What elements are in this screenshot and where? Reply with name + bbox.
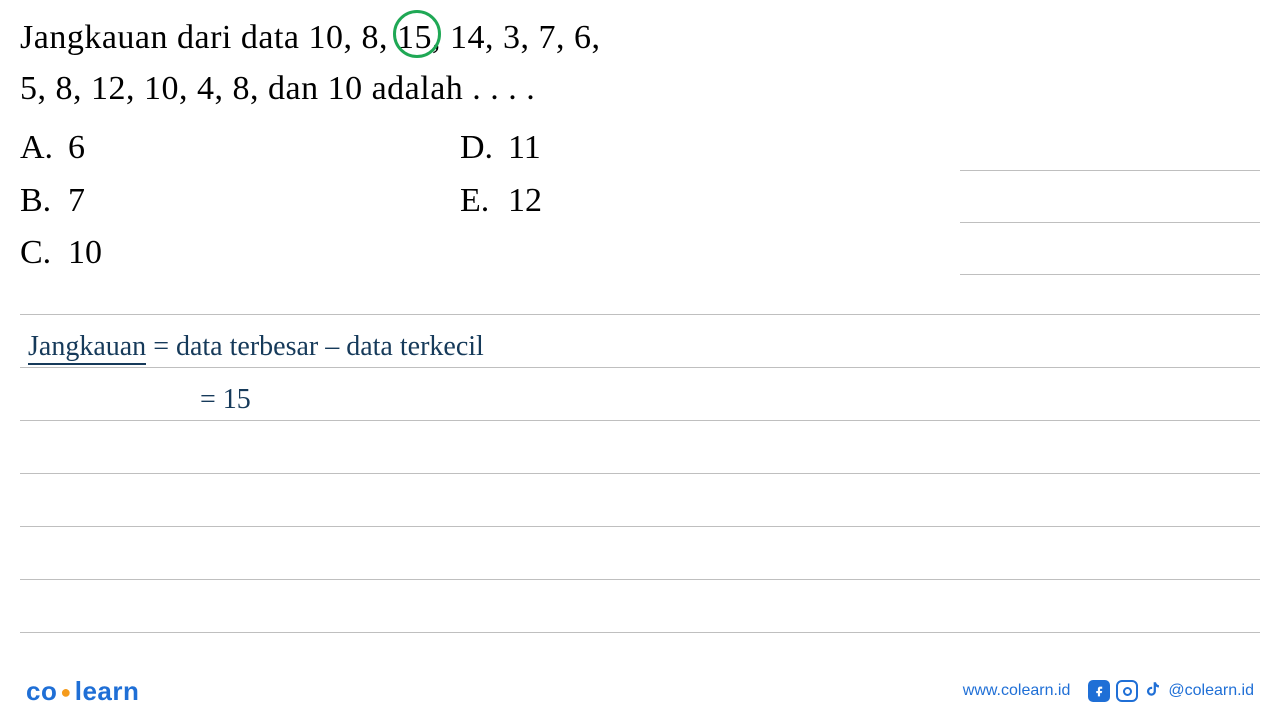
- options-column-right: D.11 E.12: [460, 122, 542, 280]
- work-row-5: [0, 527, 1280, 579]
- option-d-value: 11: [508, 129, 541, 166]
- option-d: D.11: [460, 122, 542, 175]
- work-formula-text: = data terbesar – data terkecil: [146, 331, 484, 362]
- ruled-line: [20, 632, 1260, 633]
- work-row-3: [0, 421, 1280, 473]
- work-formula: Jangkauan = data terbesar – data terkeci…: [28, 331, 484, 363]
- footer-right: www.colearn.id @colearn.id: [963, 680, 1254, 703]
- facebook-icon: [1088, 680, 1110, 702]
- social-handle: @colearn.id: [1168, 682, 1254, 700]
- website-url: www.colearn.id: [963, 682, 1071, 700]
- work-row-1: Jangkauan = data terbesar – data terkeci…: [0, 315, 1280, 367]
- work-row-4: [0, 474, 1280, 526]
- logo-text-right: learn: [75, 676, 140, 706]
- option-e-value: 12: [508, 182, 542, 219]
- footer: co●learn www.colearn.id @colearn.id: [0, 662, 1280, 720]
- circled-number: 15: [397, 12, 432, 63]
- social-icons: @colearn.id: [1088, 680, 1254, 703]
- option-c: C.10: [20, 227, 460, 280]
- logo-text-left: co: [26, 676, 57, 706]
- option-a-value: 6: [68, 129, 85, 166]
- option-b-value: 7: [68, 182, 85, 219]
- question-text-pre: Jangkauan dari data 10, 8,: [20, 19, 397, 56]
- logo-dot-icon: ●: [60, 682, 71, 702]
- instagram-icon: [1116, 680, 1138, 702]
- tiktok-icon: [1144, 680, 1162, 703]
- option-a: A.6: [20, 122, 460, 175]
- short-rule-1: [960, 170, 1260, 171]
- short-rule-3: [960, 274, 1260, 275]
- question-line-1: Jangkauan dari data 10, 8, 15, 14, 3, 7,…: [20, 12, 1260, 63]
- work-row-2: = 15: [0, 368, 1280, 420]
- option-e: E.12: [460, 175, 542, 228]
- work-step-2: = 15: [200, 384, 251, 416]
- brand-logo: co●learn: [26, 676, 139, 707]
- option-b: B.7: [20, 175, 460, 228]
- short-rule-2: [960, 222, 1260, 223]
- work-area: Jangkauan = data terbesar – data terkeci…: [0, 314, 1280, 633]
- options-column-left: A.6 B.7 C.10: [20, 122, 460, 280]
- option-b-letter: B.: [20, 175, 68, 228]
- work-label: Jangkauan: [28, 331, 146, 365]
- question-line-2: 5, 8, 12, 10, 4, 8, dan 10 adalah . . . …: [20, 63, 1260, 114]
- question-block: Jangkauan dari data 10, 8, 15, 14, 3, 7,…: [0, 0, 1280, 280]
- work-row-6: [0, 580, 1280, 632]
- option-a-letter: A.: [20, 122, 68, 175]
- option-d-letter: D.: [460, 122, 508, 175]
- question-text-post: , 14, 3, 7, 6,: [432, 19, 601, 56]
- option-c-letter: C.: [20, 227, 68, 280]
- options-container: A.6 B.7 C.10 D.11 E.12: [20, 122, 1260, 280]
- option-e-letter: E.: [460, 175, 508, 228]
- option-c-value: 10: [68, 234, 102, 271]
